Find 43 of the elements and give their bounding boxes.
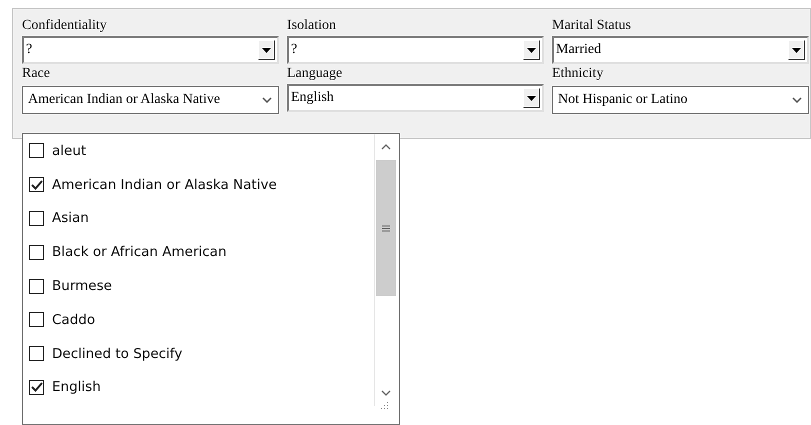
list-item[interactable]: Declined to Specify bbox=[23, 336, 374, 371]
caret-icon bbox=[527, 96, 536, 100]
scrollbar[interactable] bbox=[374, 134, 397, 406]
checkbox[interactable] bbox=[29, 346, 44, 362]
field-label: Marital Status bbox=[552, 17, 631, 35]
chevron-icon bbox=[262, 97, 272, 103]
caret-icon bbox=[527, 48, 536, 52]
scroll-down-icon[interactable] bbox=[381, 390, 391, 396]
dropdown-button[interactable] bbox=[523, 88, 540, 108]
dropdown-field[interactable]: ? bbox=[22, 36, 279, 64]
list-item[interactable]: American Indian or Alaska Native bbox=[23, 168, 374, 202]
dropdown-button[interactable] bbox=[523, 40, 540, 60]
list-item[interactable]: aleut bbox=[23, 134, 374, 168]
checkbox[interactable] bbox=[29, 177, 44, 192]
dropdown-button[interactable] bbox=[258, 40, 275, 60]
dropdown-field[interactable]: Not Hispanic or Latino bbox=[552, 86, 809, 114]
list-item[interactable]: English bbox=[23, 370, 374, 404]
field-label: Isolation bbox=[287, 17, 336, 35]
grip-icon bbox=[382, 224, 390, 232]
caret-icon bbox=[792, 48, 801, 52]
chevron-icon bbox=[792, 97, 802, 103]
list-item[interactable]: Black or African American bbox=[23, 235, 374, 270]
scrollbar-thumb[interactable] bbox=[376, 160, 396, 296]
field-label: Language bbox=[287, 65, 342, 83]
field-label: Ethnicity bbox=[552, 65, 604, 83]
list-item[interactable]: Burmese bbox=[23, 269, 374, 303]
dropdown-field[interactable]: English bbox=[287, 84, 544, 112]
checkbox[interactable] bbox=[29, 244, 44, 260]
dropdown-field[interactable]: American Indian or Alaska Native bbox=[22, 86, 279, 114]
field-label: Race bbox=[22, 65, 50, 83]
checkbox[interactable] bbox=[29, 380, 44, 395]
checkbox[interactable] bbox=[29, 278, 44, 294]
checkbox[interactable] bbox=[29, 143, 44, 158]
list-item[interactable]: Asian bbox=[23, 202, 374, 236]
dropdown-field[interactable]: Married bbox=[552, 36, 809, 64]
dropdown-field[interactable]: ? bbox=[287, 36, 544, 64]
list-item[interactable]: Caddo bbox=[23, 302, 374, 337]
checkbox[interactable] bbox=[29, 210, 44, 226]
field-label: Confidentiality bbox=[22, 17, 107, 35]
checkbox[interactable] bbox=[29, 312, 44, 328]
dropdown-button[interactable] bbox=[788, 40, 805, 60]
caret-icon bbox=[262, 48, 271, 52]
scroll-up-icon[interactable] bbox=[381, 144, 391, 150]
